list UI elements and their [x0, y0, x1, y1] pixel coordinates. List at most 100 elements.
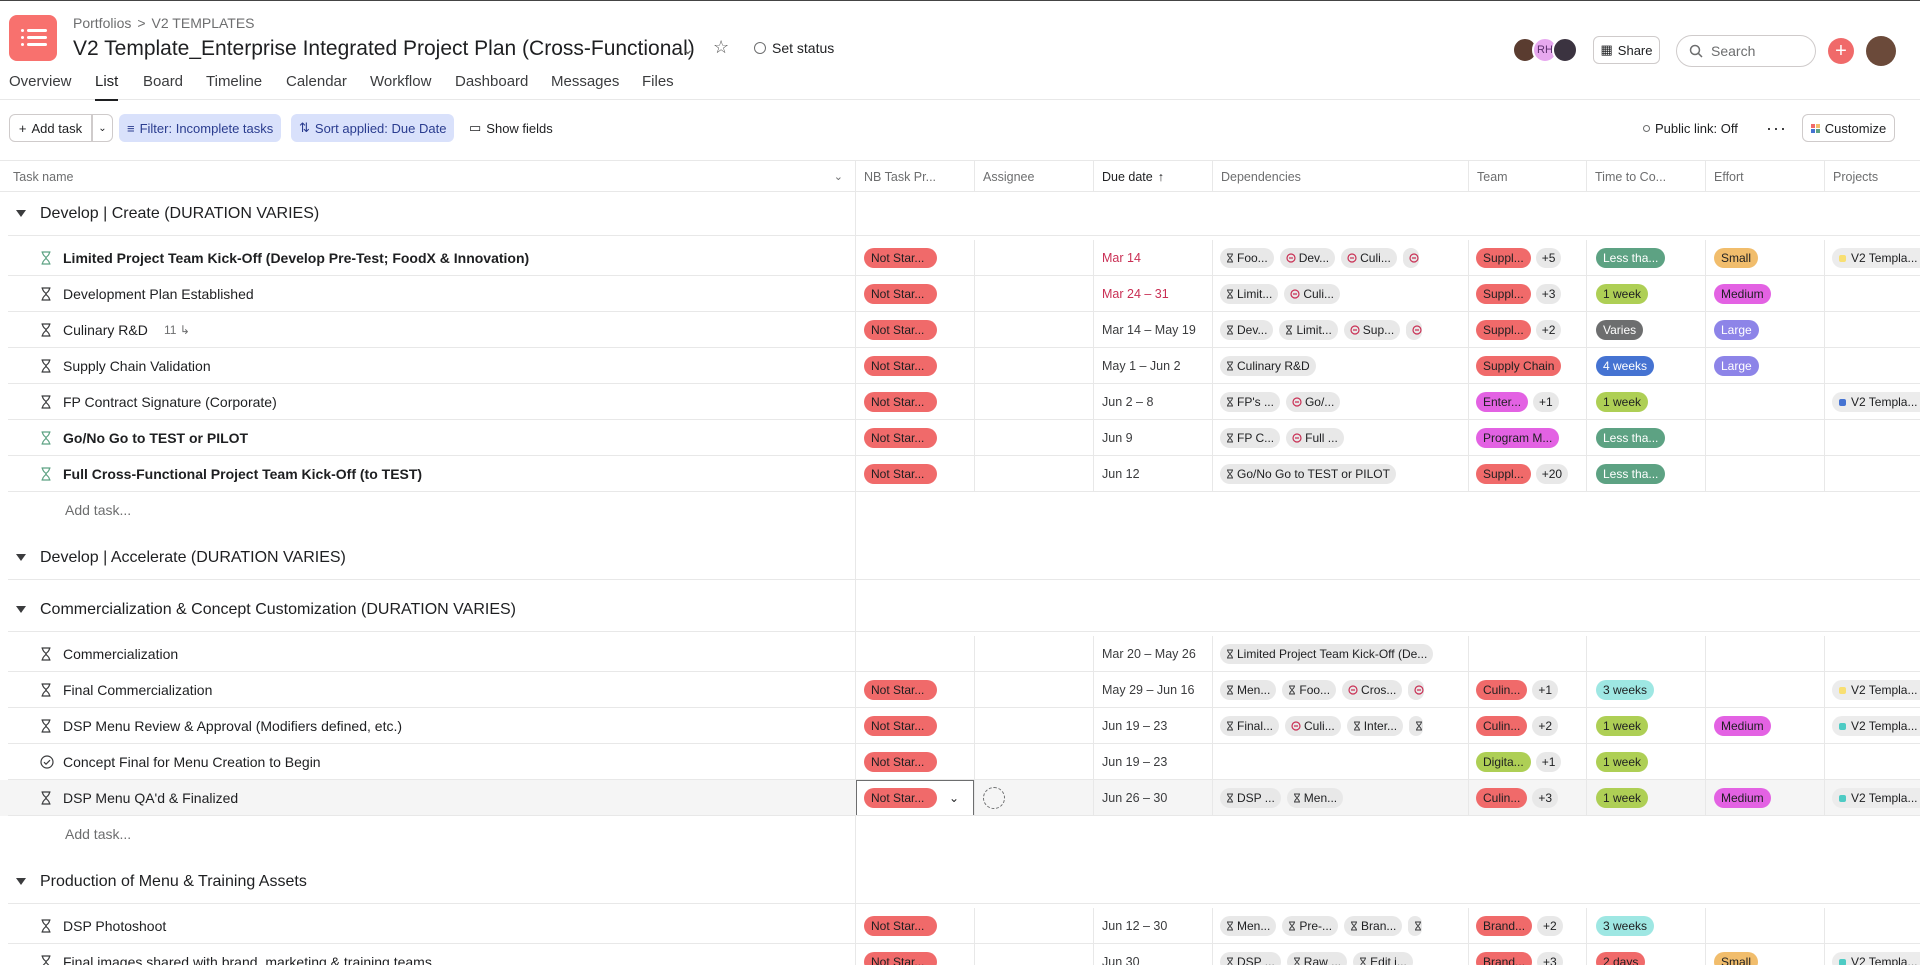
time-to-complete-cell[interactable]: 1 week [1596, 276, 1649, 312]
team-cell[interactable]: Enter... +1 [1476, 384, 1559, 420]
table-row[interactable]: Final images shared with brand, marketin… [0, 944, 1920, 965]
chevron-down-icon[interactable]: ⌄ [834, 170, 843, 183]
time-to-complete-cell[interactable]: Varies [1596, 312, 1644, 348]
effort-cell[interactable]: Large [1714, 312, 1759, 348]
dependency-chip[interactable]: Limit... [1279, 320, 1338, 340]
projects-cell[interactable]: V2 Templa... [1832, 708, 1920, 744]
team-cell[interactable]: Digita... +1 [1476, 744, 1562, 780]
dependency-chip[interactable]: DSP ... [1220, 952, 1281, 965]
team-badge[interactable]: Brand... [1476, 952, 1533, 965]
task-name[interactable]: Final images shared with brand, marketin… [63, 954, 432, 965]
sort-button[interactable]: ⇅ Sort applied: Due Date [291, 114, 455, 142]
team-badge[interactable]: Culin... [1476, 680, 1528, 700]
time-to-complete-cell[interactable]: 4 weeks [1596, 348, 1655, 384]
due-date[interactable]: Mar 24 – 31 [1102, 276, 1169, 312]
status-badge[interactable]: Not Star... [864, 716, 937, 736]
member-avatars[interactable]: RH [1512, 37, 1578, 63]
tab-list[interactable]: List [95, 73, 119, 101]
time-badge[interactable]: 2 days [1596, 952, 1646, 965]
time-to-complete-cell[interactable]: Less tha... [1596, 240, 1666, 276]
status-badge[interactable]: Not Star... [864, 952, 937, 965]
projects-cell[interactable]: V2 Templa... [1832, 240, 1920, 276]
dependency-chip[interactable]: Dev... [1279, 248, 1336, 268]
dependency-chip[interactable]: FP's ... [1220, 392, 1280, 412]
table-row[interactable]: Final Commercialization Not Star... May 29… [0, 672, 1920, 708]
team-cell[interactable]: Culin... +3 [1476, 780, 1559, 816]
status-cell[interactable]: Not Star... [864, 348, 937, 384]
dependencies-cell[interactable]: Dev... Limit... Sup... [1220, 312, 1466, 348]
status-cell[interactable]: Not Star... [864, 312, 937, 348]
dependency-chip[interactable]: Men... [1220, 916, 1277, 936]
time-badge[interactable]: Less tha... [1596, 428, 1666, 448]
team-badge[interactable]: Digita... [1476, 752, 1531, 772]
team-more-count[interactable]: +1 [1535, 752, 1562, 772]
status-cell[interactable]: Not Star... [864, 908, 937, 944]
due-date[interactable]: Jun 2 – 8 [1102, 384, 1153, 420]
effort-cell[interactable]: Medium [1714, 708, 1771, 744]
dependencies-cell[interactable]: Men... Pre-... Bran... [1220, 908, 1466, 944]
dependency-chip[interactable]: Pre-... [1282, 916, 1339, 936]
show-fields-button[interactable]: ▭ Show fields [469, 114, 553, 142]
section-header[interactable]: Commercialization & Concept Customizatio… [0, 588, 1920, 632]
table-row[interactable]: Concept Final for Menu Creation to Begin… [0, 744, 1920, 780]
dependency-chip[interactable]: Culinary R&D [1220, 356, 1316, 376]
dependency-chip[interactable]: Edit i... [1353, 952, 1413, 965]
column-header-time-to-complete[interactable]: Time to Co... [1586, 161, 1705, 192]
breadcrumb-templates[interactable]: V2 TEMPLATES [152, 15, 255, 31]
time-to-complete-cell[interactable]: 3 weeks [1596, 672, 1655, 708]
effort-badge[interactable]: Large [1714, 356, 1759, 376]
column-header-assignee[interactable]: Assignee [974, 161, 1093, 192]
task-name[interactable]: Go/No Go to TEST or PILOT [63, 430, 248, 446]
status-badge[interactable]: Not Star... [864, 680, 937, 700]
due-date[interactable]: Mar 14 [1102, 240, 1141, 276]
dependencies-cell[interactable]: DSP ... Men... [1220, 780, 1466, 816]
status-cell[interactable]: Not Star... ⌄ [864, 780, 959, 816]
project-list-icon[interactable] [9, 15, 57, 61]
dependencies-cell[interactable]: Go/No Go to TEST or PILOT [1220, 456, 1466, 492]
avatar[interactable] [1866, 36, 1896, 66]
public-link-button[interactable]: Public link: Off [1643, 114, 1738, 142]
dependency-chip-overflow[interactable] [1408, 680, 1425, 700]
column-header-dependencies[interactable]: Dependencies [1212, 161, 1468, 192]
caret-down-icon[interactable] [16, 554, 26, 561]
dependency-chip[interactable]: Men... [1220, 680, 1277, 700]
team-badge[interactable]: Program M... [1476, 428, 1560, 448]
effort-badge[interactable]: Large [1714, 320, 1759, 340]
task-name[interactable]: Final Commercialization [63, 682, 212, 698]
dependency-chip[interactable]: Limit... [1220, 284, 1279, 304]
dependency-chip[interactable]: Full ... [1286, 428, 1344, 448]
projects-cell[interactable]: V2 Templa... [1832, 672, 1920, 708]
status-cell[interactable]: Not Star... [864, 944, 937, 965]
due-date[interactable]: Jun 12 – 30 [1102, 908, 1167, 944]
team-more-count[interactable]: +5 [1535, 248, 1562, 268]
team-more-count[interactable]: +20 [1535, 464, 1569, 484]
projects-cell[interactable]: V2 Templa... [1832, 780, 1920, 816]
dependency-chip[interactable]: Bran... [1344, 916, 1403, 936]
team-cell[interactable]: Suppl... +20 [1476, 456, 1569, 492]
section-header[interactable]: Develop | Accelerate (DURATION VARIES) [0, 536, 1920, 580]
hourglass-icon[interactable] [40, 323, 52, 337]
section-header[interactable]: Production of Menu & Training Assets [0, 860, 1920, 904]
due-date[interactable]: May 29 – Jun 16 [1102, 672, 1194, 708]
dependency-chip[interactable]: Culi... [1284, 284, 1341, 304]
dependencies-cell[interactable]: Final... Culi... Inter... [1220, 708, 1466, 744]
hourglass-icon[interactable] [40, 395, 52, 409]
team-cell[interactable]: Brand... +2 [1476, 908, 1563, 944]
due-date[interactable]: Mar 20 – May 26 [1102, 636, 1196, 672]
project-chip[interactable]: V2 Templa... [1832, 392, 1920, 412]
status-badge[interactable]: Not Star... [864, 916, 937, 936]
team-cell[interactable]: Supply Chain [1476, 348, 1562, 384]
chevron-down-icon[interactable]: ⌄ [682, 41, 694, 58]
hourglass-icon[interactable] [40, 919, 52, 933]
dependencies-cell[interactable]: Culinary R&D [1220, 348, 1466, 384]
status-badge[interactable]: Not Star... [864, 356, 937, 376]
time-to-complete-cell[interactable]: 1 week [1596, 744, 1649, 780]
time-to-complete-cell[interactable]: Less tha... [1596, 420, 1666, 456]
status-badge[interactable]: Not Star... [864, 284, 937, 304]
team-cell[interactable]: Program M... [1476, 420, 1560, 456]
due-date[interactable]: Jun 19 – 23 [1102, 744, 1167, 780]
due-date[interactable]: Jun 19 – 23 [1102, 708, 1167, 744]
customize-button[interactable]: Customize [1802, 114, 1895, 142]
status-cell[interactable]: Not Star... [864, 672, 937, 708]
time-badge[interactable]: 1 week [1596, 392, 1649, 412]
